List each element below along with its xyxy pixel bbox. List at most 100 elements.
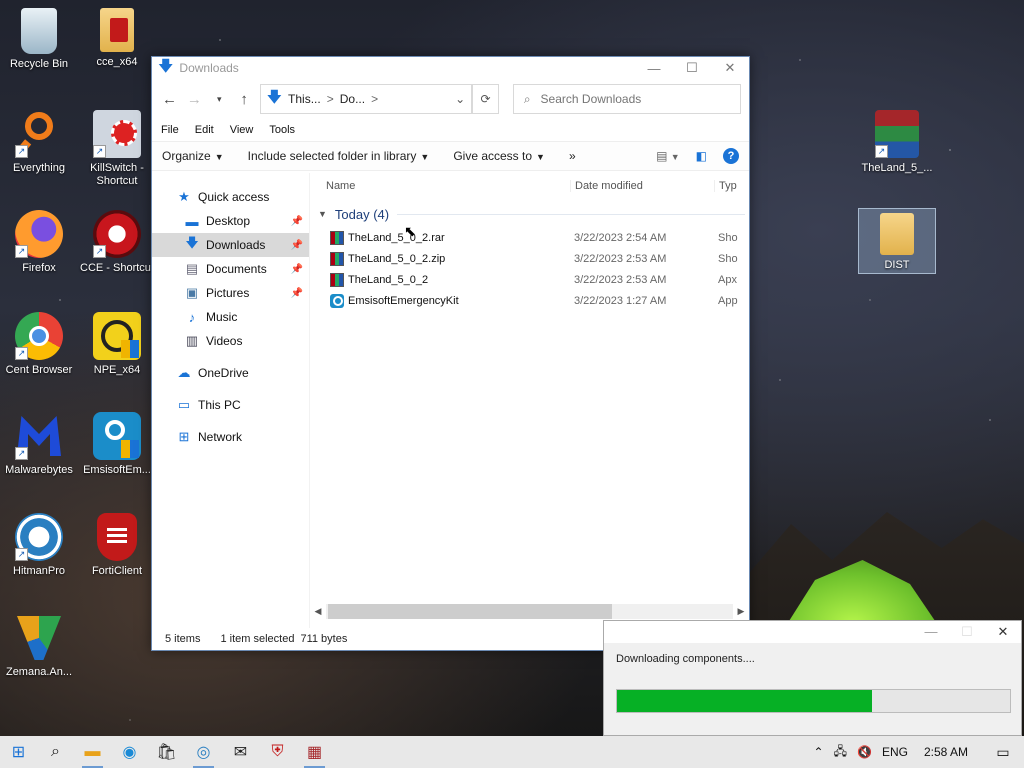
desktop-icon-hitmanpro[interactable]: ↗ HitmanPro: [0, 513, 78, 578]
help-icon[interactable]: ?: [723, 148, 739, 164]
search-box[interactable]: ⌕: [512, 84, 741, 114]
desktop-icon-forticlient[interactable]: FortiClient: [78, 513, 156, 578]
organize-button[interactable]: Organize ▼: [162, 149, 224, 163]
menu-tools[interactable]: Tools: [269, 124, 295, 136]
minimize-button[interactable]: —: [913, 621, 949, 643]
minimize-button[interactable]: —: [635, 61, 673, 76]
desktop-icon-cent-browser[interactable]: ↗ Cent Browser: [0, 312, 78, 377]
horizontal-scrollbar[interactable]: ◀ ▶: [310, 603, 749, 620]
sidebar-item-downloads[interactable]: 🡇 Downloads 📌: [152, 233, 309, 257]
desktop-icon-npe[interactable]: NPE_x64: [78, 312, 156, 377]
group-header-today[interactable]: ▼ Today (4): [310, 201, 749, 227]
store-icon[interactable]: 🛍: [148, 736, 185, 768]
more-commands-button[interactable]: »: [569, 149, 576, 163]
scroll-right-button[interactable]: ▶: [733, 606, 749, 617]
clock[interactable]: 2:58 AM: [924, 745, 968, 759]
explorer-titlebar[interactable]: 🡇 Downloads — ☐ ✕: [152, 57, 749, 79]
file-row[interactable]: TheLand_5_0_2 3/22/2023 2:53 AM Apx: [310, 269, 749, 290]
refresh-button[interactable]: ⟳: [472, 84, 499, 114]
network-icon[interactable]: 🖧: [834, 742, 847, 763]
close-button[interactable]: ✕: [711, 60, 749, 76]
desktop-icon-cce-x64[interactable]: cce_x64: [78, 8, 156, 69]
desktop-icon-theland-archive[interactable]: ↗ TheLand_5_...: [858, 110, 936, 175]
address-bar[interactable]: 🡇 This... > Do... > ⌄: [259, 84, 473, 114]
breadcrumb-this-pc[interactable]: This...: [288, 92, 321, 106]
file-row[interactable]: TheLand_5_0_2.zip 3/22/2023 2:53 AM Sho: [310, 248, 749, 269]
change-view-button[interactable]: ▤ ▼: [656, 149, 680, 163]
sidebar-item-videos[interactable]: ▥ Videos: [152, 329, 309, 353]
column-header-date[interactable]: Date modified: [570, 180, 714, 192]
volume-muted-icon[interactable]: 🔇: [857, 745, 872, 759]
desktop-icon-label: NPE_x64: [93, 364, 141, 376]
sidebar-item-label: Desktop: [206, 214, 251, 228]
menu-edit[interactable]: Edit: [195, 124, 214, 136]
sidebar-item-music[interactable]: ♪ Music: [152, 305, 309, 329]
desktop-icon-label: KillSwitch - Shortcut: [90, 162, 144, 187]
sidebar-item-desktop[interactable]: ▬ Desktop 📌: [152, 209, 309, 233]
file-date: 3/22/2023 2:54 AM: [574, 231, 667, 244]
search-icon[interactable]: ⌕: [37, 736, 74, 768]
sidebar-item-pictures[interactable]: ▣ Pictures 📌: [152, 281, 309, 305]
mail-icon[interactable]: ✉: [222, 736, 259, 768]
dialog-titlebar[interactable]: — ☐ ✕: [604, 621, 1021, 643]
progress-fill: [617, 690, 873, 712]
desktop-icon-killswitch[interactable]: ↗ KillSwitch - Shortcut: [78, 110, 156, 188]
desktop-icon-emsisoft[interactable]: EmsisoftEm...: [78, 412, 156, 477]
sidebar-item-documents[interactable]: ▤ Documents 📌: [152, 257, 309, 281]
chevron-down-icon[interactable]: ⌄: [455, 92, 465, 106]
forward-button[interactable]: →: [185, 91, 204, 108]
desktop-icon-cce-shortcut[interactable]: ↗ CCE - Shortcut: [78, 210, 156, 275]
include-library-button[interactable]: Include selected folder in library ▼: [248, 149, 430, 163]
sidebar-item-label: Downloads: [206, 238, 266, 252]
scroll-left-button[interactable]: ◀: [310, 606, 326, 617]
desktop-icon-zemana[interactable]: Zemana.An...: [0, 614, 78, 679]
file-type: Sho: [718, 252, 738, 265]
file-type: App: [718, 294, 738, 307]
give-access-button[interactable]: Give access to ▼: [453, 149, 545, 163]
desktop-icon-malwarebytes[interactable]: ↗ Malwarebytes: [0, 412, 78, 477]
winrar-archive-icon: ↗: [875, 110, 919, 158]
sidebar-item-label: Pictures: [206, 286, 250, 300]
scroll-track[interactable]: [326, 604, 733, 619]
sidebar-item-onedrive[interactable]: ☁ OneDrive: [152, 361, 309, 385]
preview-pane-button[interactable]: ◧: [696, 149, 707, 163]
this-pc-icon: ▭: [177, 397, 191, 412]
column-header-name[interactable]: Name: [310, 180, 570, 192]
desktop-icon-recycle-bin[interactable]: Recycle Bin: [0, 8, 78, 71]
recent-locations-button[interactable]: ▾: [210, 94, 229, 105]
include-library-label: Include selected folder in library: [247, 149, 417, 163]
sidebar-item-label: Music: [206, 310, 238, 324]
cent-browser-icon[interactable]: ◎: [185, 736, 222, 768]
maximize-button[interactable]: ☐: [673, 60, 711, 76]
edge-icon[interactable]: ◉: [111, 736, 148, 768]
back-button[interactable]: ←: [160, 91, 179, 108]
up-button[interactable]: ↑: [235, 91, 254, 108]
desktop-icon-dist[interactable]: DIST: [858, 208, 936, 274]
sidebar-item-quick-access[interactable]: ★ Quick access: [152, 185, 309, 209]
file-explorer-icon[interactable]: ▬: [74, 736, 111, 768]
desktop-icon-firefox[interactable]: ↗ Firefox: [0, 210, 78, 275]
forticlient-icon[interactable]: ⛨: [259, 736, 296, 768]
sidebar-item-this-pc[interactable]: ▭ This PC: [152, 393, 309, 417]
menu-view[interactable]: View: [230, 124, 254, 136]
file-name: EmsisoftEmergencyKit: [348, 294, 459, 307]
sidebar-item-network[interactable]: ⊞ Network: [152, 425, 309, 449]
onedrive-icon: ☁: [177, 365, 191, 380]
caret-down-icon: ▼: [420, 152, 430, 162]
language-indicator[interactable]: ENG: [882, 745, 908, 759]
menu-file[interactable]: File: [161, 124, 179, 136]
file-row[interactable]: EmsisoftEmergencyKit 3/22/2023 1:27 AM A…: [310, 290, 749, 311]
column-header-type[interactable]: Typ: [714, 180, 744, 192]
search-input[interactable]: [540, 92, 721, 106]
desktop-icon-everything[interactable]: ↗ Everything: [0, 110, 78, 175]
notification-icon[interactable]: ▭: [992, 744, 1014, 761]
chevron-up-icon[interactable]: ⌃: [814, 745, 824, 759]
firefox-icon: ↗: [15, 210, 63, 258]
scroll-thumb[interactable]: [328, 604, 612, 619]
file-row[interactable]: TheLand_5_0_2.rar 3/22/2023 2:54 AM Sho: [310, 227, 749, 248]
winrar-icon[interactable]: ▦: [296, 736, 333, 768]
breadcrumb-downloads[interactable]: Do...: [340, 92, 365, 106]
close-button[interactable]: ✕: [985, 621, 1021, 643]
breadcrumb-separator: >: [326, 92, 334, 106]
start-button[interactable]: ⊞: [0, 736, 37, 768]
